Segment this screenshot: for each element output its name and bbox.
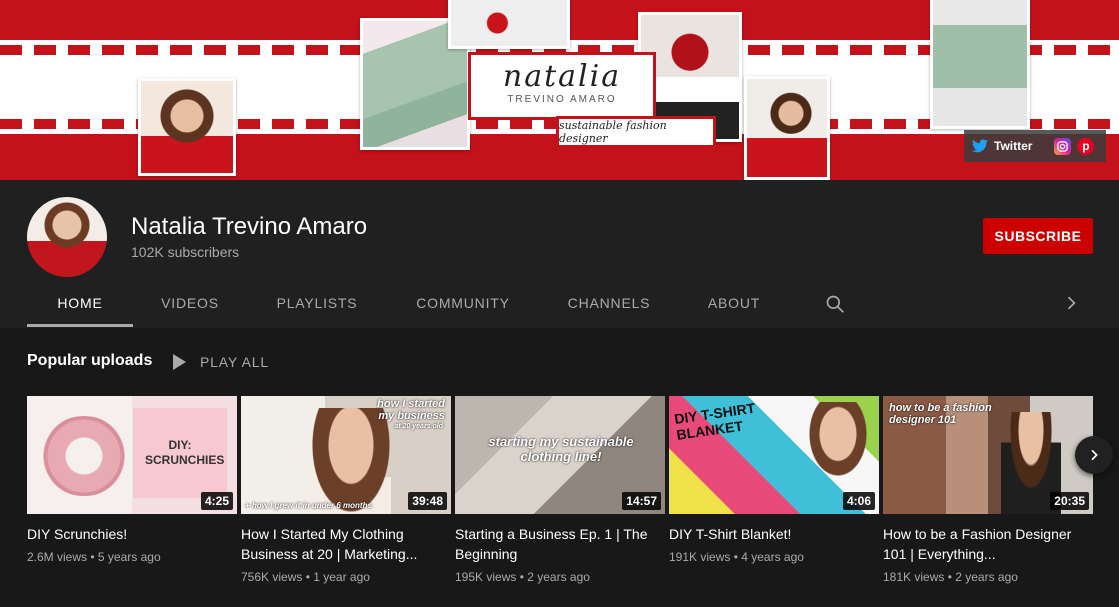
video-views: 181K views xyxy=(883,570,945,584)
banner-tagline-card: sustainable fashion designer xyxy=(556,116,716,148)
video-meta: 181K views • 2 years ago xyxy=(883,570,1018,584)
video-title[interactable]: Starting a Business Ep. 1 | The Beginnin… xyxy=(455,524,665,564)
video-age: 1 year ago xyxy=(313,570,370,584)
video-title[interactable]: How I Started My Clothing Business at 20… xyxy=(241,524,451,564)
instagram-icon[interactable] xyxy=(1054,137,1072,155)
thumbnail-text: how I started my business xyxy=(377,398,445,422)
video-views: 756K views xyxy=(241,570,303,584)
video-card[interactable]: how to be a fashion designer 101 20:35 H… xyxy=(883,396,1093,584)
thumbnail-text: DIY: SCRUNCHIES xyxy=(145,438,225,467)
section-title: Popular uploads xyxy=(27,352,153,369)
play-all-button[interactable]: PLAY ALL xyxy=(172,352,269,372)
video-views: 2.6M views xyxy=(27,550,88,564)
tab-home[interactable]: HOME xyxy=(27,280,133,327)
channel-tabs: HOME VIDEOS PLAYLISTS COMMUNITY CHANNELS… xyxy=(27,280,1097,328)
banner-photo-hangers xyxy=(930,0,1030,129)
play-all-label: PLAY ALL xyxy=(200,354,269,370)
thumbnail-text: starting my sustainable clothing line! xyxy=(488,434,634,464)
twitter-icon[interactable] xyxy=(972,139,988,153)
video-duration: 20:35 xyxy=(1050,492,1089,510)
carousel-next-button[interactable] xyxy=(1075,436,1113,474)
pinterest-icon[interactable]: p xyxy=(1077,137,1095,155)
video-meta: 2.6M views • 5 years ago xyxy=(27,550,161,564)
video-duration: 4:25 xyxy=(200,492,233,510)
channel-avatar[interactable] xyxy=(27,197,107,277)
play-icon xyxy=(173,354,186,370)
video-meta: 756K views • 1 year ago xyxy=(241,570,370,584)
banner-photo-portrait xyxy=(138,78,236,176)
thumbnail-text: how to be a fashion designer 101 xyxy=(889,402,992,426)
search-icon[interactable] xyxy=(825,294,845,314)
subscriber-count: 102K subscribers xyxy=(131,244,240,260)
channel-banner: natalia TREVINO AMARO sustainable fashio… xyxy=(0,0,1119,180)
channel-name: Natalia Trevino Amaro xyxy=(131,213,368,240)
banner-logo-card: natalia TREVINO AMARO xyxy=(468,52,656,120)
video-age: 2 years ago xyxy=(527,570,590,584)
tab-about[interactable]: ABOUT xyxy=(691,280,777,326)
video-thumbnail[interactable]: how I started my business at 20 years ol… xyxy=(241,396,451,514)
channel-header: Natalia Trevino Amaro 102K subscribers S… xyxy=(0,180,1119,328)
banner-logo-subtitle: TREVINO AMARO xyxy=(507,94,617,105)
banner-photo-roses xyxy=(448,0,570,49)
tab-playlists[interactable]: PLAYLISTS xyxy=(259,280,375,326)
video-views: 195K views xyxy=(455,570,517,584)
video-title[interactable]: DIY T-Shirt Blanket! xyxy=(669,524,879,544)
video-age: 4 years ago xyxy=(741,550,804,564)
video-card[interactable]: starting my sustainable clothing line! 1… xyxy=(455,396,665,584)
video-card[interactable]: DIY: SCRUNCHIES 4:25 DIY Scrunchies! 2.6… xyxy=(27,396,237,564)
banner-logo-script: natalia xyxy=(502,59,622,94)
video-thumbnail[interactable]: how to be a fashion designer 101 20:35 xyxy=(883,396,1093,514)
video-card[interactable]: DIY T-SHIRT BLANKET 4:06 DIY T-Shirt Bla… xyxy=(669,396,879,564)
video-views: 191K views xyxy=(669,550,731,564)
video-thumbnail[interactable]: DIY: SCRUNCHIES 4:25 xyxy=(27,396,237,514)
video-thumbnail[interactable]: DIY T-SHIRT BLANKET 4:06 xyxy=(669,396,879,514)
tab-community[interactable]: COMMUNITY xyxy=(403,280,523,326)
chevron-right-icon[interactable] xyxy=(1061,293,1081,313)
video-age: 2 years ago xyxy=(955,570,1018,584)
banner-tagline: sustainable fashion designer xyxy=(559,119,667,145)
video-card[interactable]: how I started my business at 20 years ol… xyxy=(241,396,451,584)
video-thumbnail[interactable]: starting my sustainable clothing line! 1… xyxy=(455,396,665,514)
tab-videos[interactable]: VIDEOS xyxy=(133,280,247,326)
video-title[interactable]: DIY Scrunchies! xyxy=(27,524,237,544)
video-duration: 39:48 xyxy=(408,492,447,510)
banner-photo-sewing xyxy=(744,76,830,180)
video-meta: 195K views • 2 years ago xyxy=(455,570,590,584)
video-duration: 14:57 xyxy=(622,492,661,510)
tab-channels[interactable]: CHANNELS xyxy=(555,280,663,326)
thumbnail-footer: + how I grew it in under 6 months xyxy=(245,501,372,510)
chevron-right-icon xyxy=(1091,449,1098,461)
thumbnail-text: DIY T-SHIRT BLANKET xyxy=(673,399,757,443)
subscribe-button[interactable]: SUBSCRIBE xyxy=(983,218,1093,254)
video-age: 5 years ago xyxy=(97,550,161,564)
video-duration: 4:06 xyxy=(842,492,875,510)
thumbnail-subtext: at 20 years old xyxy=(394,423,443,430)
video-title[interactable]: How to be a Fashion Designer 101 | Every… xyxy=(883,524,1093,564)
video-meta: 191K views • 4 years ago xyxy=(669,550,804,564)
social-links: Twitter p xyxy=(964,130,1106,162)
twitter-link[interactable]: Twitter xyxy=(994,139,1032,153)
